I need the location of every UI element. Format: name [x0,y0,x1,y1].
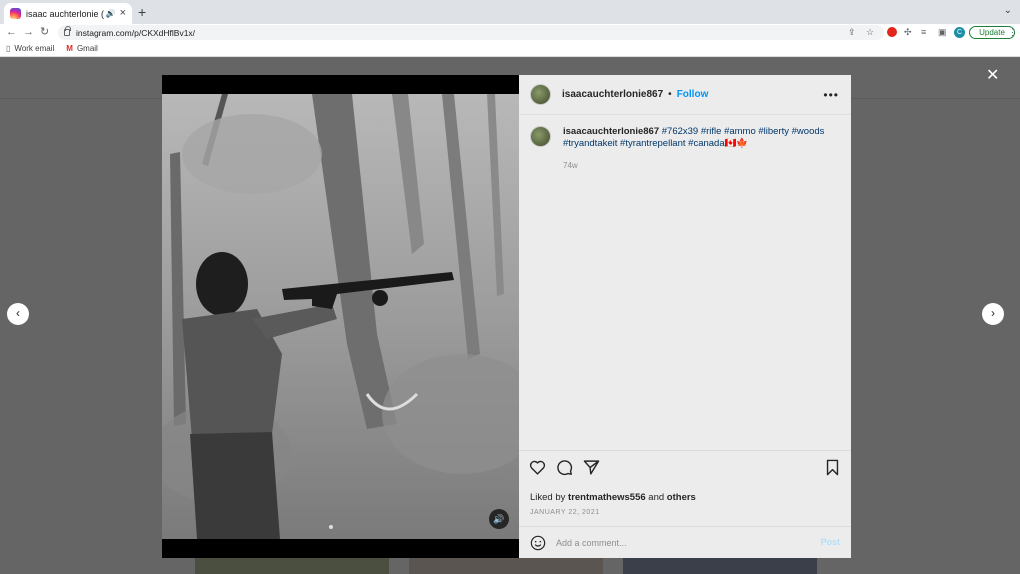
save-bookmark-icon[interactable] [824,459,841,476]
separator-dot: • [668,89,672,100]
share-icon[interactable]: ⇪ [848,25,856,40]
side-panel-icon[interactable]: ▣ [938,25,947,40]
gmail-icon: M [66,44,73,53]
liked-by-user[interactable]: trentmathews556 [568,492,646,503]
back-arrow-icon[interactable]: ← [6,25,17,40]
media-control-icon[interactable]: ≡ [921,25,926,40]
emoji-icon[interactable] [530,535,546,551]
browser-tab-instagram[interactable]: isaac auchterlonie (@isaac… 🔊 × [4,3,132,24]
url-text[interactable]: instagram.com/p/CKXdHflBv1x/ [76,28,195,38]
caption: isaacauchterlonie867 #762x39 #rifle #amm… [530,126,830,150]
post-date[interactable]: JANUARY 22, 2021 [530,509,600,516]
share-plane-icon[interactable] [583,459,600,476]
comment-form: Post [519,526,851,559]
author-username[interactable]: isaacauchterlonie867 [562,89,663,100]
liked-by-and: and [648,492,665,503]
bookmark-label: Gmail [76,44,98,53]
audio-toggle-button[interactable]: 🔊 [489,509,509,529]
post-photo[interactable] [162,94,519,539]
bookmark-work-email[interactable]: ▯ Work email [6,44,54,53]
author-avatar[interactable] [530,84,551,105]
close-modal-icon[interactable]: ✕ [986,68,999,84]
tab-title: isaac auchterlonie (@isaac… [26,8,104,19]
caption-time-ago[interactable]: 74w [563,161,578,170]
forest-photo-graphic [162,94,519,539]
carousel-dot [329,525,333,529]
new-tab-button[interactable]: + [138,5,146,19]
heart-icon[interactable] [529,459,546,476]
instagram-favicon-icon [10,8,21,19]
reload-icon[interactable]: ↻ [40,25,49,40]
likes-summary: Liked by trentmathews556 and others [530,492,696,503]
bookmark-label: Work email [14,44,55,53]
tab-strip: isaac auchterlonie (@isaac… 🔊 × + ⌄ [0,0,1020,24]
bookmark-gmail[interactable]: M Gmail [66,44,98,53]
extension-opera-icon[interactable] [887,27,897,37]
tab-search-chevron-icon[interactable]: ⌄ [1004,5,1012,16]
post-header: isaacauchterlonie867 • Follow ••• [519,75,851,115]
previous-post-button[interactable]: ‹ [7,303,29,325]
bookmark-icon: ▯ [6,44,11,53]
liked-by-prefix: Liked by [530,492,566,503]
grid-thumbnail[interactable] [195,556,389,574]
address-bar[interactable]: instagram.com/p/CKXdHflBv1x/ [58,25,884,40]
liked-by-others[interactable]: others [667,492,696,503]
caption-username[interactable]: isaacauchterlonie867 [563,126,659,137]
post-actions: Liked by trentmathews556 and others JANU… [519,450,851,558]
caption-avatar[interactable] [530,126,551,147]
lock-icon[interactable] [64,26,71,36]
browser-toolbar: ← → ↻ instagram.com/p/CKXdHflBv1x/ ⇪ ☆ ✣… [0,24,1020,41]
comment-input[interactable] [556,538,796,548]
speaker-icon[interactable]: 🔊 [106,9,116,18]
bookmarks-bar: ▯ Work email M Gmail [0,41,1020,57]
next-post-button[interactable]: › [982,303,1004,325]
more-options-icon[interactable]: ••• [823,88,839,102]
extensions-puzzle-icon[interactable]: ✣ [904,25,912,40]
post-comment-button[interactable]: Post [820,537,840,547]
follow-button[interactable]: Follow [677,89,709,100]
post-details-panel: isaacauchterlonie867 • Follow ••• isaaca… [519,75,851,558]
caption-text: isaacauchterlonie867 #762x39 #rifle #amm… [563,126,830,150]
bookmark-star-icon[interactable]: ☆ [866,25,874,40]
tab-close-icon[interactable]: × [120,8,126,19]
profile-avatar[interactable]: C [954,27,965,38]
post-media[interactable]: 🔊 [162,75,519,558]
browser-menu-icon[interactable]: ⋮ [1008,25,1017,40]
comment-icon[interactable] [556,459,573,476]
forward-arrow-icon[interactable]: → [23,25,34,40]
